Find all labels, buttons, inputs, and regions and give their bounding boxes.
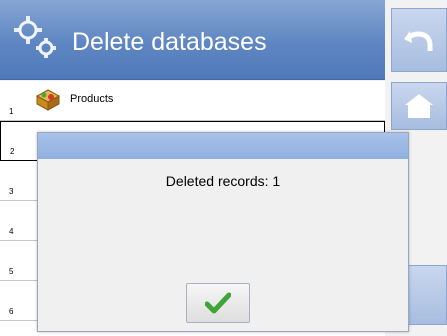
- list-item-label: Products: [70, 93, 114, 105]
- row-number: 1: [9, 107, 14, 116]
- row-number: 2: [10, 147, 15, 156]
- checkmark-icon: [205, 292, 231, 314]
- undo-arrow-icon: [404, 31, 433, 51]
- dialog-message: Deleted records: 1: [165, 173, 281, 189]
- home-button[interactable]: [391, 82, 447, 130]
- page-title: Delete databases: [72, 28, 267, 56]
- row-number: 5: [9, 267, 14, 276]
- home-icon: [405, 94, 433, 118]
- gears-icon: [14, 16, 56, 58]
- ok-button[interactable]: [186, 283, 250, 323]
- message-dialog: Deleted records: 1: [37, 132, 409, 332]
- row-number: 3: [9, 187, 14, 196]
- row-number: 6: [9, 307, 14, 316]
- header-bar: Delete databases: [0, 0, 385, 80]
- dialog-title-bar: [38, 133, 408, 159]
- list-item[interactable]: Products 1: [0, 81, 385, 121]
- back-button[interactable]: [391, 8, 447, 72]
- row-number: 4: [9, 227, 14, 236]
- products-box-icon: [36, 89, 60, 111]
